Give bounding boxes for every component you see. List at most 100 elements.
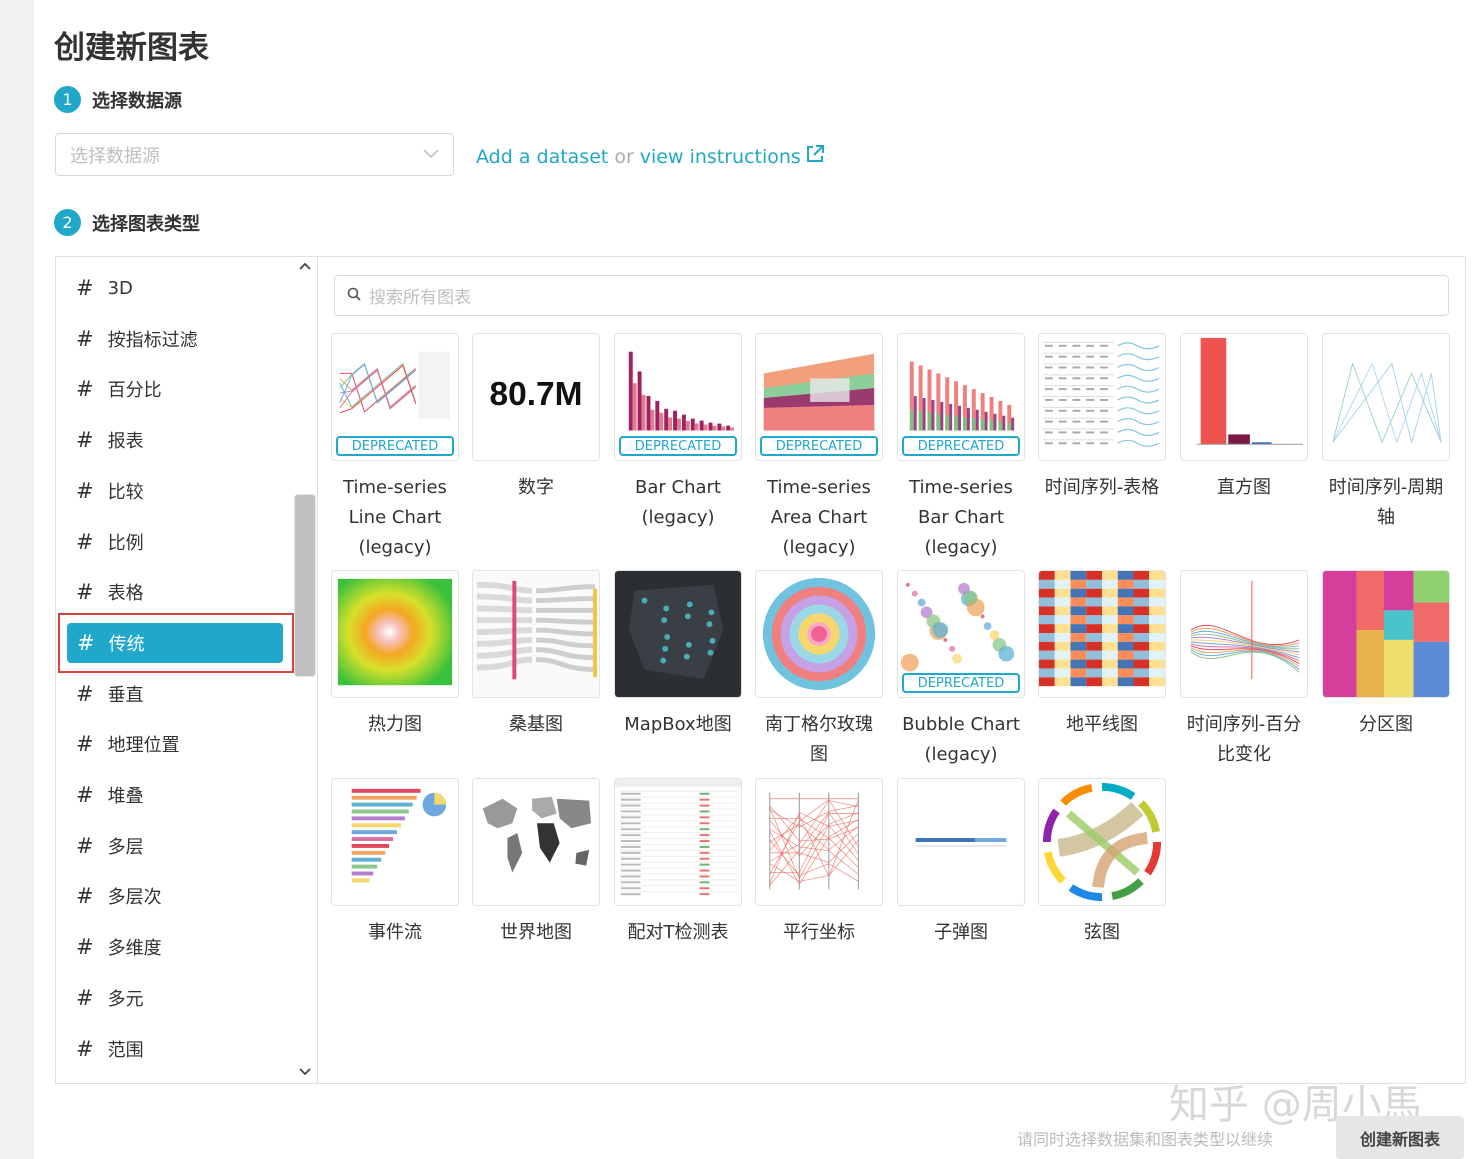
category-item[interactable]: # 多层 — [66, 826, 296, 866]
category-label: 比较 — [107, 481, 144, 503]
chart-thumbnail[interactable]: DEPRECATED — [897, 333, 1025, 461]
category-item[interactable]: # 范围 — [66, 1029, 296, 1069]
chart-card[interactable]: 平行坐标 — [755, 778, 883, 948]
chart-thumbnail[interactable]: DEPRECATED — [755, 333, 883, 461]
chart-card[interactable]: 弦图 — [1038, 778, 1166, 948]
chart-card[interactable]: DEPRECATED Bubble Chart (legacy) — [897, 570, 1025, 770]
chart-thumbnail[interactable] — [755, 570, 883, 698]
chart-thumbnail[interactable] — [472, 570, 600, 698]
view-instructions-link[interactable]: view instructions — [640, 146, 801, 168]
chart-name-line: 桑基图 — [509, 714, 563, 735]
chart-card[interactable]: 配对T检测表 — [614, 778, 742, 948]
chart-thumbnail[interactable] — [1180, 333, 1308, 461]
chart-name-line: (legacy) — [782, 537, 856, 558]
chart-thumbnail[interactable] — [1038, 778, 1166, 906]
chart-thumbnail-image — [351, 788, 447, 883]
chart-thumbnail[interactable] — [614, 778, 742, 906]
chart-card[interactable]: DEPRECATED Time-series Line Chart (legacy) — [331, 333, 459, 563]
chart-thumbnail[interactable] — [755, 778, 883, 906]
scroll-up-icon[interactable] — [294, 259, 316, 274]
chart-thumbnail-image — [1042, 782, 1162, 902]
chart-card[interactable]: 80.7M 数字 — [472, 333, 600, 503]
chart-thumbnail[interactable] — [472, 778, 600, 906]
chart-name-line: Bar Chart — [918, 507, 1004, 528]
category-item[interactable]: # 比例 — [66, 522, 296, 562]
category-item[interactable]: # 多层次 — [66, 876, 296, 916]
chart-name: 直方图 — [1180, 473, 1308, 503]
chart-card[interactable]: DEPRECATED Time-series Area Chart (legacy) — [755, 333, 883, 563]
chart-name: 事件流 — [331, 918, 459, 948]
scroll-down-icon[interactable] — [294, 1065, 316, 1080]
chart-name-line: Time-series — [343, 477, 447, 498]
category-item[interactable]: # 多维度 — [66, 927, 296, 967]
category-item[interactable]: # 报表 — [66, 420, 296, 460]
chart-card[interactable]: 世界地图 — [472, 778, 600, 948]
chart-thumbnail-image — [337, 578, 453, 686]
category-item[interactable]: # 堆叠 — [66, 775, 296, 815]
chart-thumbnail-image — [1042, 341, 1160, 447]
chart-thumbnail-image — [1190, 580, 1300, 680]
chart-card[interactable]: 子弹图 — [897, 778, 1025, 948]
chart-thumbnail[interactable] — [897, 778, 1025, 906]
external-link-icon[interactable] — [805, 144, 825, 169]
scrollbar-thumb[interactable] — [294, 494, 316, 677]
chart-card[interactable]: DEPRECATED Bar Chart (legacy) — [614, 333, 742, 533]
step-1: 1 选择数据源 — [54, 86, 182, 113]
chart-card[interactable]: DEPRECATED Time-series Bar Chart (legacy) — [897, 333, 1025, 563]
chart-search-input[interactable]: 搜索所有图表 — [334, 275, 1449, 316]
category-item[interactable]: # 百分比 — [66, 369, 296, 409]
chart-card[interactable]: 地平线图 — [1038, 570, 1166, 740]
category-scrollbar[interactable] — [294, 257, 316, 1083]
chart-name: 时间序列-表格 — [1038, 473, 1166, 503]
hash-icon: # — [76, 377, 94, 402]
chart-thumbnail[interactable] — [614, 570, 742, 698]
category-item[interactable]: # 表格 — [66, 572, 296, 612]
chart-thumbnail[interactable]: DEPRECATED — [897, 570, 1025, 698]
category-label: 多层次 — [107, 887, 162, 909]
hash-icon: # — [76, 428, 94, 453]
category-item[interactable]: # 垂直 — [66, 674, 296, 714]
chart-type-panel: #3D # 按指标过滤 # 百分比 # 报表 # 比较 # 比例 # 表格 # 传统 # 垂直 # 地理位置 # 堆叠 #… — [55, 256, 1466, 1084]
step-2: 2 选择图表类型 — [54, 209, 200, 236]
category-item[interactable]: # 按指标过滤 — [66, 319, 296, 359]
category-item[interactable]: #3D — [66, 268, 296, 308]
category-label: 多层 — [107, 836, 144, 858]
chart-card[interactable]: 直方图 — [1180, 333, 1308, 503]
chart-card[interactable]: MapBox地图 — [614, 570, 742, 740]
chart-thumbnail[interactable] — [331, 778, 459, 906]
chart-thumbnail-image — [1332, 361, 1442, 445]
chart-card[interactable]: 分区图 — [1322, 570, 1450, 740]
chart-card[interactable]: 桑基图 — [472, 570, 600, 740]
footer-hint: 请同时选择数据集和图表类型以继续 — [1017, 1130, 1274, 1149]
chart-thumbnail[interactable] — [1322, 570, 1450, 698]
chart-thumbnail[interactable]: 80.7M — [472, 333, 600, 461]
chart-thumbnail[interactable] — [1322, 333, 1450, 461]
chart-card[interactable]: 事件流 — [331, 778, 459, 948]
category-label: 3D — [107, 277, 133, 299]
search-icon — [347, 286, 361, 305]
deprecated-badge: DEPRECATED — [336, 436, 454, 456]
chart-thumbnail[interactable] — [331, 570, 459, 698]
chart-card[interactable]: 南丁格尔玫瑰图 — [755, 570, 883, 770]
chart-thumbnail[interactable] — [1038, 333, 1166, 461]
chart-name: 时间序列-百分 比变化 — [1180, 710, 1308, 770]
chart-thumbnail[interactable] — [1180, 570, 1308, 698]
category-label: 堆叠 — [107, 786, 144, 807]
category-item[interactable]: # 地理位置 — [66, 724, 296, 764]
svg-text:80.7M: 80.7M — [490, 376, 583, 413]
chart-thumbnail[interactable]: DEPRECATED — [614, 333, 742, 461]
category-item[interactable]: # 比较 — [66, 471, 296, 511]
hash-icon: # — [76, 326, 94, 351]
chart-card[interactable]: 热力图 — [331, 570, 459, 740]
chart-card[interactable]: 时间序列-百分 比变化 — [1180, 570, 1308, 770]
category-item[interactable]: # 多元 — [66, 978, 296, 1018]
chart-thumbnail[interactable]: DEPRECATED — [331, 333, 459, 461]
chart-name-line: (legacy) — [924, 537, 998, 558]
chart-card[interactable]: 时间序列-周期轴 — [1322, 333, 1450, 533]
chart-card[interactable]: 时间序列-表格 — [1038, 333, 1166, 503]
add-dataset-link[interactable]: Add a dataset — [476, 146, 608, 168]
chart-thumbnail-image — [915, 838, 1007, 847]
create-chart-button[interactable]: 创建新图表 — [1336, 1116, 1464, 1159]
chart-thumbnail[interactable] — [1038, 570, 1166, 698]
datasource-select[interactable]: 选择数据源 — [55, 133, 454, 176]
